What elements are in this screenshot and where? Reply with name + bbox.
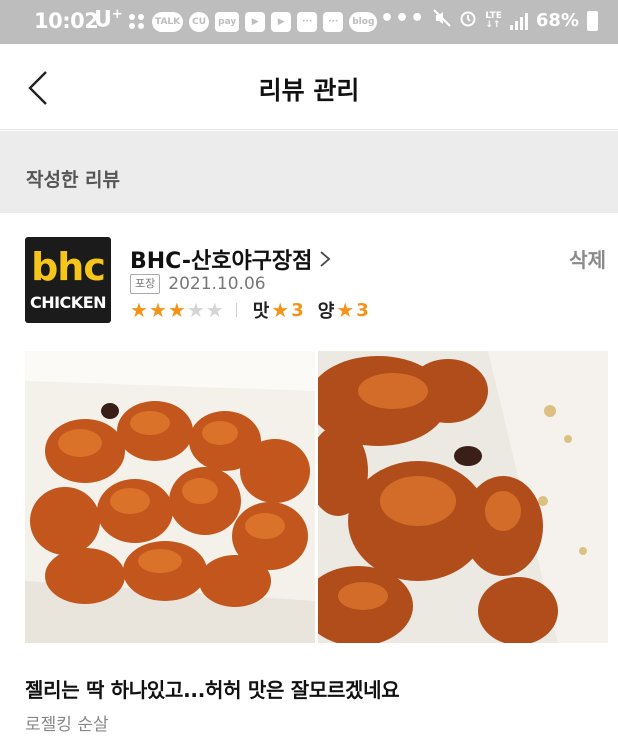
ordered-menu: 로젤킹 순살 bbox=[25, 715, 109, 735]
carrier-name: U bbox=[94, 7, 112, 33]
star-icon: ★ bbox=[336, 298, 355, 322]
kakaotalk-icon: TALK bbox=[152, 12, 184, 32]
star-empty-icon: ★ bbox=[186, 298, 205, 322]
star-filled-icon: ★ bbox=[167, 298, 186, 322]
chicken-closeup-image bbox=[318, 351, 608, 643]
mute-icon bbox=[433, 9, 452, 32]
quantity-rating: 양 ★ 3 bbox=[318, 297, 369, 323]
logo-text-top: bhc bbox=[31, 245, 106, 289]
section-title: 작성한 리뷰 bbox=[26, 169, 121, 191]
star-icon: ★ bbox=[271, 298, 290, 322]
chicken-photo-image bbox=[25, 351, 315, 643]
chevron-right-icon bbox=[320, 251, 331, 267]
news-icon: ··· bbox=[323, 12, 344, 32]
notification-icons: TALK CU pay ▶ ▶ ··· ··· blog bbox=[128, 12, 378, 32]
signal-icon bbox=[509, 12, 528, 30]
battery-icon bbox=[587, 10, 598, 31]
star-filled-icon: ★ bbox=[148, 298, 167, 322]
carrier-sup: + bbox=[111, 7, 123, 22]
star-empty-icon: ★ bbox=[205, 298, 224, 322]
store-name: BHC-산호야구장점 bbox=[130, 249, 313, 274]
overall-rating-stars: ★ ★ ★ ★ ★ bbox=[130, 298, 224, 322]
rating-divider bbox=[235, 303, 237, 317]
battery-percent: 68% bbox=[535, 10, 579, 31]
review-text: 젤리는 딱 하나있고...허허 맛은 잘모르겠네요 bbox=[25, 678, 400, 702]
status-time: 10:02 bbox=[34, 9, 99, 33]
more-notifications-icon: ••• bbox=[380, 6, 426, 31]
review-date: 2021.10.06 bbox=[168, 274, 266, 294]
youtube-icon: ▶ bbox=[245, 12, 266, 32]
rating-row: ★ ★ ★ ★ ★ 맛 ★ 3 양 ★ 3 bbox=[130, 298, 383, 322]
taste-value: 3 bbox=[291, 299, 304, 321]
quantity-value: 3 bbox=[356, 299, 369, 321]
pay-icon: pay bbox=[215, 12, 240, 32]
grid-dots-icon bbox=[128, 13, 146, 31]
system-icons: LTE ↓↑ 68% bbox=[433, 9, 598, 32]
status-bar: 10:02 U+ TALK CU pay ▶ ▶ ··· ··· blog ••… bbox=[0, 0, 618, 44]
lte-icon: LTE ↓↑ bbox=[485, 10, 502, 30]
taste-label: 맛 bbox=[252, 301, 270, 322]
store-name-link[interactable]: BHC-산호야구장점 bbox=[130, 243, 332, 275]
blog-icon: blog bbox=[349, 12, 378, 32]
news-icon: ··· bbox=[297, 12, 318, 32]
review-photo-2[interactable] bbox=[318, 351, 608, 643]
cu-icon: CU bbox=[189, 12, 210, 32]
review-meta: 포장 2021.10.06 bbox=[130, 274, 266, 294]
page-title: 리뷰 관리 bbox=[258, 76, 360, 105]
app-header: 리뷰 관리 bbox=[0, 44, 618, 130]
order-type-badge: 포장 bbox=[130, 274, 161, 294]
quantity-label: 양 bbox=[317, 301, 335, 322]
review-photo-1[interactable] bbox=[25, 351, 315, 643]
taste-rating: 맛 ★ 3 bbox=[253, 297, 304, 323]
status-carrier: U+ bbox=[94, 7, 123, 32]
logo-text-bottom: CHICKEN bbox=[29, 293, 107, 312]
alarm-icon bbox=[459, 9, 477, 32]
delete-button[interactable]: 삭제 bbox=[569, 244, 606, 273]
store-logo[interactable]: bhc CHICKEN bbox=[25, 237, 111, 323]
star-filled-icon: ★ bbox=[130, 298, 148, 322]
section-header: 작성한 리뷰 bbox=[0, 131, 618, 213]
youtube-icon: ▶ bbox=[271, 12, 292, 32]
